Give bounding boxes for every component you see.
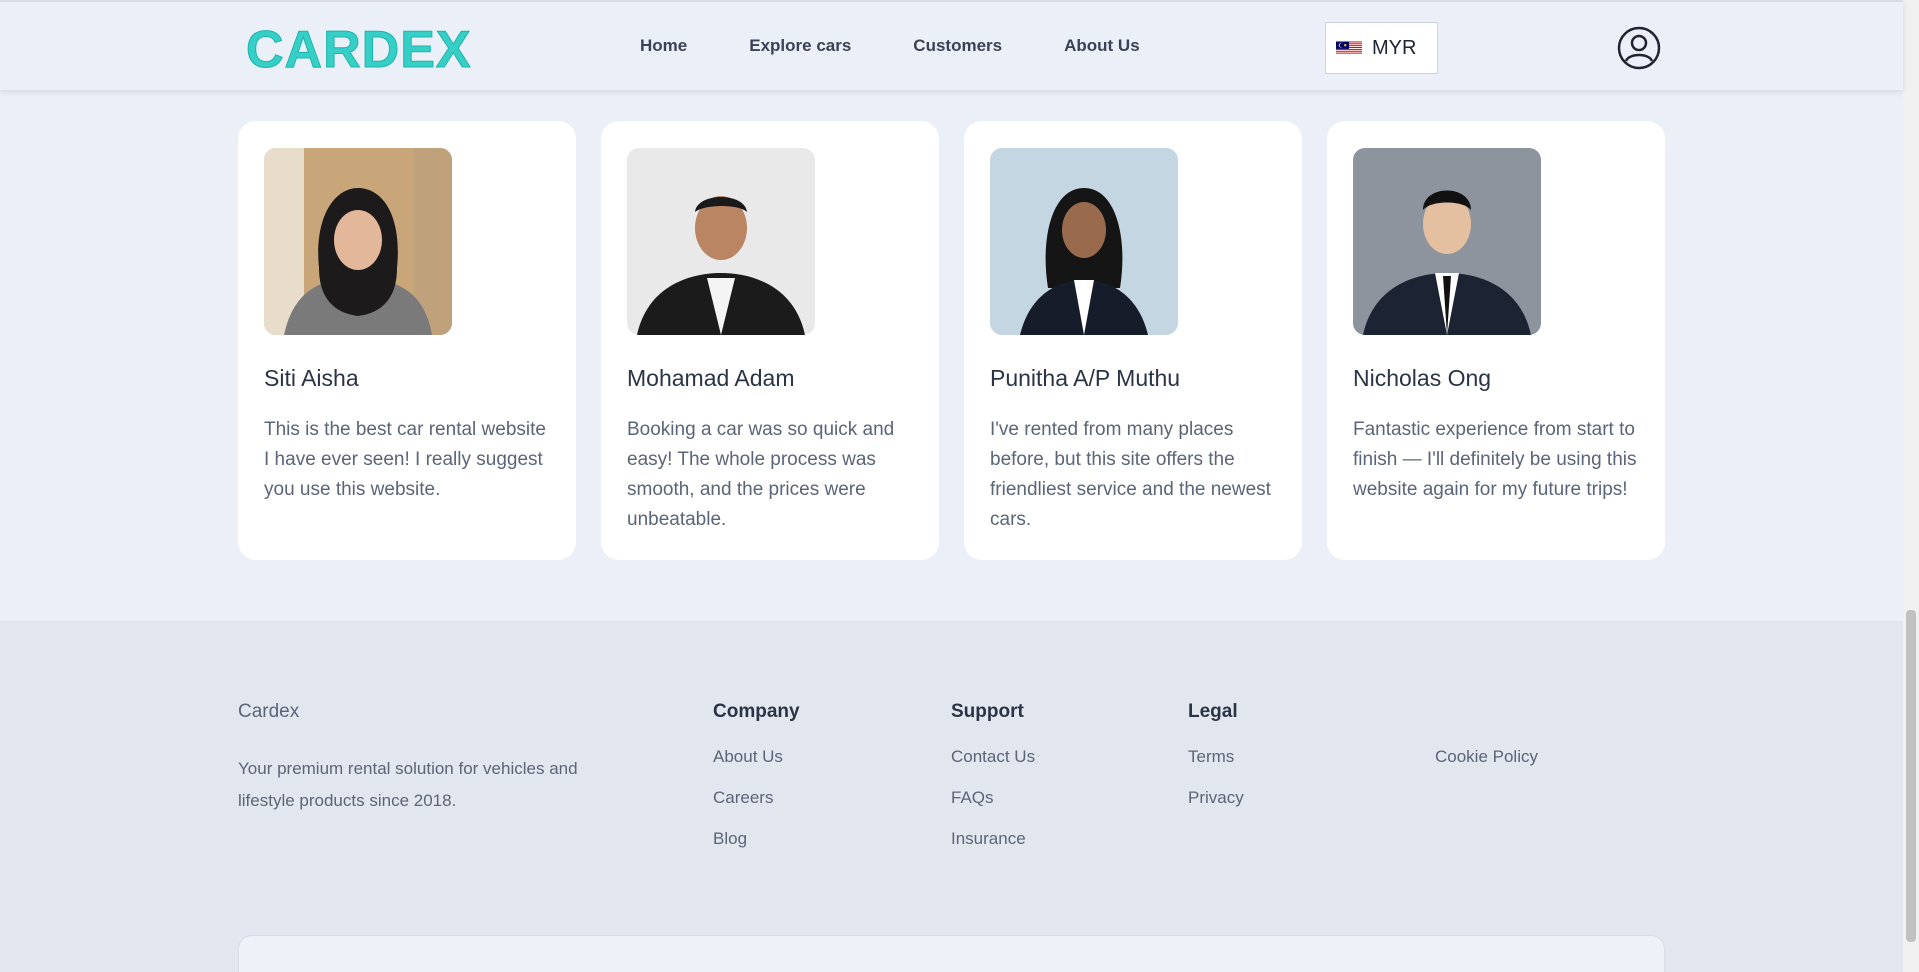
footer-brand: Cardex bbox=[238, 701, 300, 722]
currency-label: MYR bbox=[1372, 36, 1417, 59]
footer-link-insurance[interactable]: Insurance bbox=[951, 829, 1035, 870]
footer-support-heading: Support bbox=[951, 701, 1024, 722]
user-profile-icon[interactable] bbox=[1617, 26, 1661, 70]
testimonial-text: I've rented from many places before, but… bbox=[990, 419, 1271, 530]
footer-tagline: Your premium rental solution for vehicle… bbox=[238, 759, 578, 810]
top-navbar: CARDEX Home Explore cars Customers About… bbox=[0, 0, 1903, 90]
testimonial-text: Fantastic experience from start to finis… bbox=[1353, 419, 1637, 500]
footer-link-careers[interactable]: Careers bbox=[713, 788, 800, 829]
testimonial-text: This is the best car rental website I ha… bbox=[264, 419, 546, 500]
site-footer: Cardex Your premium rental solution for … bbox=[0, 621, 1903, 972]
footer-link-blog[interactable]: Blog bbox=[713, 829, 800, 870]
nav-explore-cars-link[interactable]: Explore cars bbox=[749, 36, 851, 56]
customer-name: Siti Aisha bbox=[264, 365, 359, 391]
footer-link-terms[interactable]: Terms bbox=[1188, 747, 1244, 788]
scrollbar-thumb[interactable] bbox=[1906, 610, 1916, 942]
customer-name: Punitha A/P Muthu bbox=[990, 365, 1181, 391]
customer-avatar bbox=[990, 148, 1178, 335]
cardex-logo[interactable]: CARDEX bbox=[246, 20, 472, 80]
footer-link-privacy[interactable]: Privacy bbox=[1188, 788, 1244, 829]
footer-link-contact-us[interactable]: Contact Us bbox=[951, 747, 1035, 788]
testimonial-card: Punitha A/P Muthu I've rented from many … bbox=[964, 121, 1302, 560]
footer-company-column: Company About Us Careers Blog bbox=[713, 701, 800, 870]
footer-extra-column: Cookie Policy bbox=[1435, 747, 1538, 767]
footer-link-cookie-policy[interactable]: Cookie Policy bbox=[1435, 747, 1538, 766]
testimonial-card: Siti Aisha This is the best car rental w… bbox=[238, 121, 576, 560]
footer-support-column: Support Contact Us FAQs Insurance bbox=[951, 701, 1035, 870]
customer-testimonials: Siti Aisha This is the best car rental w… bbox=[238, 121, 1665, 560]
footer-company-heading: Company bbox=[713, 701, 800, 722]
footer-bottom-bar bbox=[238, 935, 1665, 972]
testimonial-card: Nicholas Ong Fantastic experience from s… bbox=[1327, 121, 1665, 560]
testimonial-card: Mohamad Adam Booking a car was so quick … bbox=[601, 121, 939, 560]
nav-about-us-link[interactable]: About Us bbox=[1064, 36, 1140, 56]
page: CARDEX Home Explore cars Customers About… bbox=[0, 0, 1919, 972]
main-nav: Home Explore cars Customers About Us bbox=[640, 36, 1202, 56]
malaysia-flag-icon bbox=[1336, 41, 1362, 55]
currency-selector[interactable]: MYR bbox=[1325, 22, 1438, 74]
nav-home-link[interactable]: Home bbox=[640, 36, 687, 56]
customer-name: Nicholas Ong bbox=[1353, 365, 1492, 391]
customer-avatar bbox=[264, 148, 452, 335]
testimonial-text: Booking a car was so quick and easy! The… bbox=[627, 419, 895, 530]
footer-legal-column: Legal Terms Privacy bbox=[1188, 701, 1244, 829]
footer-legal-heading: Legal bbox=[1188, 701, 1238, 722]
footer-link-about-us[interactable]: About Us bbox=[713, 747, 800, 788]
customer-name: Mohamad Adam bbox=[627, 365, 795, 391]
footer-link-faqs[interactable]: FAQs bbox=[951, 788, 1035, 829]
nav-customers-link[interactable]: Customers bbox=[913, 36, 1002, 56]
customer-avatar bbox=[627, 148, 815, 335]
customer-avatar bbox=[1353, 148, 1541, 335]
